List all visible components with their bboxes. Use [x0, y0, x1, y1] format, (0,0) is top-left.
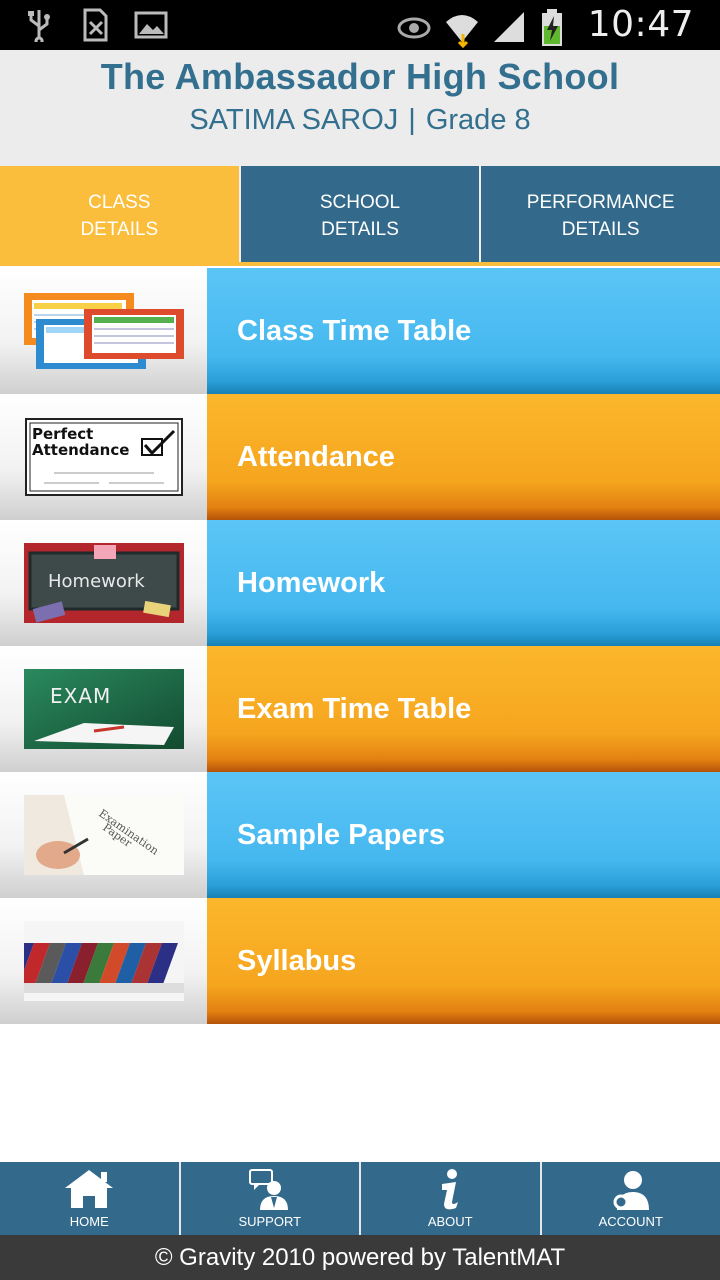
tab-label: DETAILS: [80, 219, 159, 240]
tab-class-details[interactable]: CLASS DETAILS: [0, 166, 239, 266]
nav-label: ABOUT: [427, 1214, 473, 1229]
menu-label: Homework: [207, 520, 720, 646]
thumbnail: [0, 268, 207, 394]
header: The Ambassador High School SATIMA SAROJ |…: [0, 50, 720, 166]
nav-about[interactable]: ABOUT: [359, 1162, 540, 1235]
thumbnail: [0, 898, 207, 1024]
menu-item-sample-papers[interactable]: Examination Paper Sample Papers: [0, 772, 720, 898]
thumbnail: Perfect Attendance: [0, 394, 207, 520]
menu-list: Class Time Table Perfect Attendance Atte…: [0, 268, 720, 1024]
menu-item-attendance[interactable]: Perfect Attendance Attendance: [0, 394, 720, 520]
tab-label: DETAILS: [321, 219, 399, 240]
tab-performance-details[interactable]: PERFORMANCE DETAILS: [479, 166, 720, 266]
separator: |: [408, 104, 416, 136]
exam-board-icon: EXAM: [23, 669, 184, 749]
student-name: SATIMA SAROJ: [189, 104, 399, 136]
support-icon: [248, 1169, 288, 1210]
nav-support[interactable]: SUPPORT: [178, 1162, 360, 1235]
thumbnail: Examination Paper: [0, 772, 207, 898]
nav-account[interactable]: ACCOUNT: [539, 1162, 720, 1235]
footer-text: © Gravity 2010 powered by TalentMAT: [154, 1244, 566, 1271]
thumbnail: EXAM: [0, 646, 207, 772]
image-icon: [134, 8, 168, 42]
svg-text:Attendance: Attendance: [32, 441, 129, 459]
sim-missing-icon: [78, 8, 112, 42]
nav-home[interactable]: HOME: [0, 1162, 179, 1235]
menu-item-syllabus[interactable]: Syllabus: [0, 898, 720, 1024]
account-icon: [613, 1171, 649, 1210]
tab-label: PERFORMANCE: [526, 192, 675, 213]
menu-item-class-time-table[interactable]: Class Time Table: [0, 268, 720, 394]
attendance-certificate-icon: Perfect Attendance: [24, 418, 183, 496]
menu-label: Sample Papers: [207, 772, 720, 898]
tab-label: CLASS: [88, 192, 151, 213]
usb-icon: [22, 8, 56, 46]
menu-label: Exam Time Table: [207, 646, 720, 772]
menu-label: Class Time Table: [207, 268, 720, 394]
wifi-icon: [444, 8, 478, 48]
svg-text:EXAM: EXAM: [50, 684, 111, 708]
tab-school-details[interactable]: SCHOOL DETAILS: [238, 166, 480, 266]
bottom-nav: HOME SUPPORT ABOUT ACCOUNT: [0, 1162, 720, 1235]
status-bar: 10:47: [0, 0, 720, 50]
tab-label: SCHOOL: [319, 192, 401, 213]
menu-item-homework[interactable]: Homework Homework: [0, 520, 720, 646]
books-icon: [23, 921, 184, 1001]
timetable-image-icon: [23, 293, 184, 369]
nav-label: ACCOUNT: [598, 1214, 663, 1229]
menu-item-exam-time-table[interactable]: EXAM Exam Time Table: [0, 646, 720, 772]
nav-label: SUPPORT: [238, 1214, 302, 1229]
eye-icon: [396, 8, 431, 42]
tab-label: DETAILS: [561, 219, 640, 240]
school-name: The Ambassador High School: [100, 56, 620, 97]
status-clock: 10:47: [587, 4, 694, 45]
battery-charging-icon: [540, 8, 574, 46]
menu-label: Syllabus: [207, 898, 720, 1024]
student-grade: Grade 8: [425, 104, 531, 136]
tab-bar: CLASS DETAILS SCHOOL DETAILS PERFORMANCE DE…: [0, 166, 720, 266]
homework-chalkboard-icon: Homework: [23, 543, 184, 623]
info-icon: [442, 1169, 459, 1210]
signal-icon: [492, 8, 526, 42]
menu-label: Attendance: [207, 394, 720, 520]
footer: © Gravity 2010 powered by TalentMAT: [0, 1235, 720, 1280]
exam-paper-icon: Examination Paper: [23, 795, 184, 875]
thumbnail: Homework: [0, 520, 207, 646]
tab-underline: [0, 262, 720, 266]
home-icon: [65, 1170, 114, 1208]
nav-label: HOME: [69, 1214, 109, 1229]
student-info: SATIMA SAROJ | Grade 8: [0, 104, 720, 137]
svg-text:Homework: Homework: [48, 571, 145, 592]
